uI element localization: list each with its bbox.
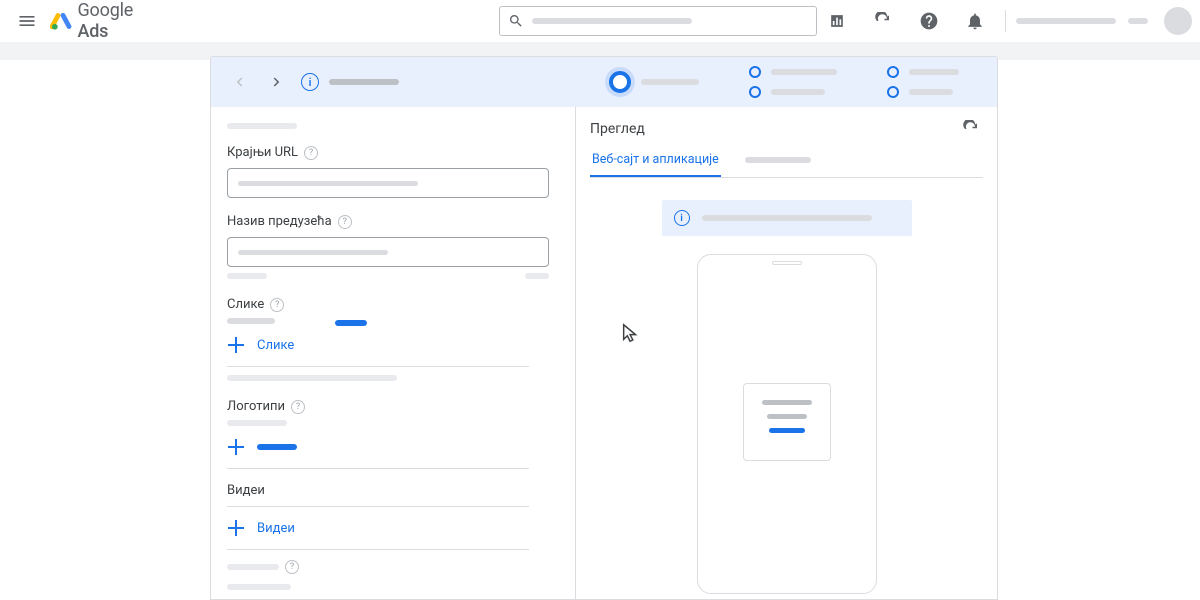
business-name-label: Назив предузећа ? [227, 214, 555, 229]
search-input[interactable] [499, 6, 817, 36]
add-logos-button[interactable] [227, 438, 555, 456]
images-tabs [227, 318, 549, 324]
account-name-placeholder [1016, 18, 1116, 24]
preview-title: Преглед [590, 121, 645, 137]
business-name-input[interactable] [227, 237, 549, 267]
step-group-3 [887, 66, 959, 98]
step-indicator [887, 66, 899, 78]
tab-web-and-apps[interactable]: Веб-сајт и апликације [590, 152, 721, 177]
info-icon: i [674, 210, 690, 226]
tab-secondary[interactable] [743, 151, 813, 177]
final-url-input[interactable] [227, 168, 549, 198]
help-icon[interactable]: ? [270, 298, 284, 312]
creation-panel: i Крајњи URL ? Назив пр [210, 56, 998, 600]
final-url-label: Крајњи URL ? [227, 145, 555, 160]
step-indicator-active [609, 71, 631, 93]
product-name: Google Ads [78, 0, 165, 42]
info-icon[interactable]: i [301, 73, 319, 91]
search-icon [508, 13, 524, 29]
plus-icon [227, 438, 245, 456]
step-current [609, 71, 699, 93]
reports-icon[interactable] [817, 1, 857, 41]
phone-mock [697, 254, 877, 594]
step-indicator [887, 86, 899, 98]
hamburger-menu-icon[interactable] [8, 1, 46, 41]
preview-ad-card [743, 383, 831, 461]
product-logo[interactable]: Google Ads [50, 0, 164, 42]
help-icon[interactable] [909, 1, 949, 41]
refresh-preview-button[interactable] [959, 117, 983, 141]
breadcrumb-placeholder [329, 79, 399, 85]
preview-pane: Преглед Веб-сајт и апликације i [576, 107, 997, 599]
avatar[interactable] [1164, 7, 1192, 35]
divider [1005, 10, 1006, 32]
section-placeholder [227, 123, 297, 129]
add-images-button[interactable]: Слике [227, 336, 555, 354]
help-icon[interactable]: ? [291, 400, 305, 414]
help-icon[interactable]: ? [304, 146, 318, 160]
divider [227, 506, 529, 507]
add-videos-button[interactable]: Видеи [227, 519, 555, 537]
refresh-icon[interactable] [863, 1, 903, 41]
preview-notice: i [662, 200, 912, 236]
plus-icon [227, 519, 245, 537]
step-indicator [749, 66, 761, 78]
step-forward-button[interactable] [263, 68, 291, 96]
stepper-header: i [211, 57, 997, 107]
top-bar: Google Ads [0, 0, 1200, 42]
divider [227, 468, 529, 469]
videos-section-label: Видеи [227, 483, 555, 498]
account-id-placeholder [1128, 18, 1148, 24]
images-section-label: Слике ? [227, 297, 555, 312]
help-icon[interactable]: ? [285, 560, 299, 574]
phone-speaker [772, 261, 802, 265]
help-icon[interactable]: ? [338, 215, 352, 229]
plus-icon [227, 336, 245, 354]
add-logos-label [257, 444, 297, 450]
google-ads-logo-icon [50, 10, 71, 32]
logos-section-label: Логотипи ? [227, 399, 555, 414]
search-placeholder [532, 18, 692, 24]
divider [227, 549, 529, 550]
preview-tabs: Веб-сајт и апликације [590, 151, 983, 178]
cursor-icon [620, 322, 642, 344]
step-group-2 [749, 66, 837, 98]
ad-form-pane: Крајњи URL ? Назив предузећа ? Слике ? [211, 107, 576, 599]
step-back-button[interactable] [225, 68, 253, 96]
step-indicator [749, 86, 761, 98]
notifications-icon[interactable] [955, 1, 995, 41]
divider [227, 366, 529, 367]
